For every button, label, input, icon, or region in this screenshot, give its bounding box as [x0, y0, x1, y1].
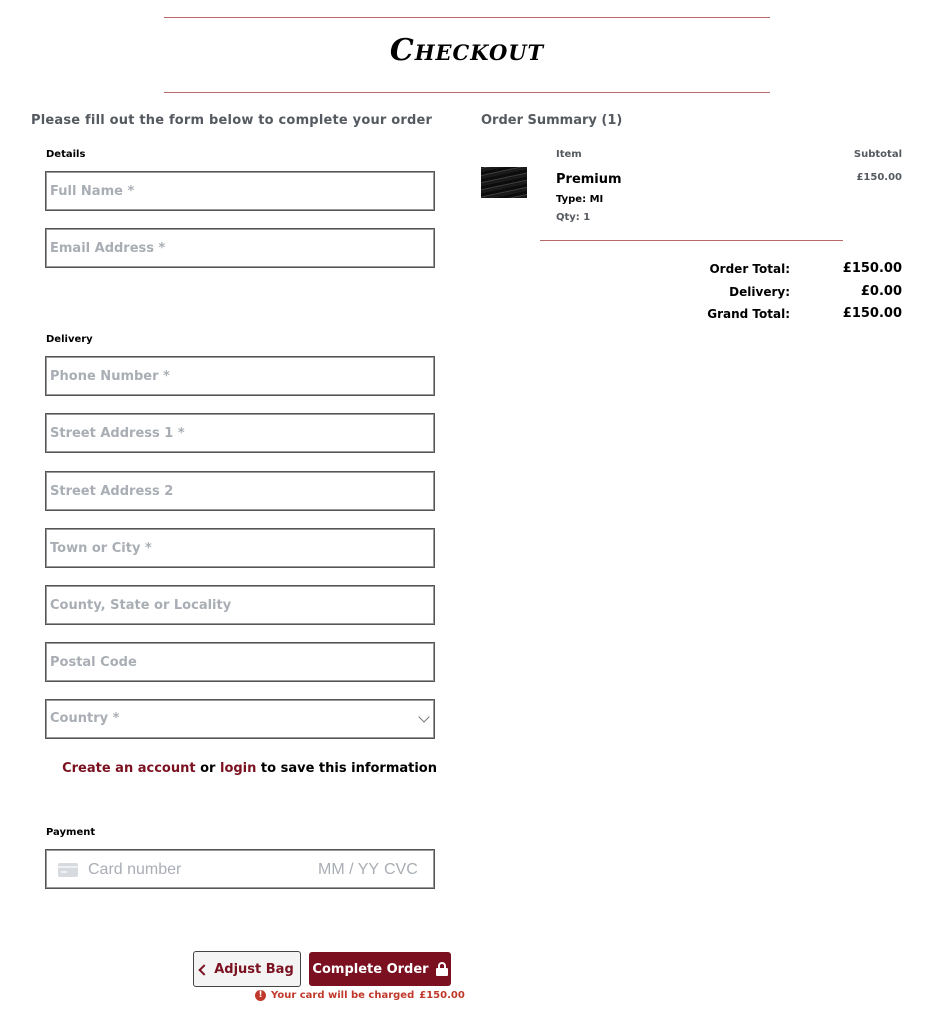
delivery-value: £0.00: [860, 284, 902, 299]
product-thumbnail: [481, 167, 527, 198]
street-address-2-field: [45, 471, 435, 511]
summary-divider: [540, 240, 843, 241]
delivery-label: Delivery:: [729, 285, 790, 299]
product-qty: Qty: 1: [556, 212, 591, 223]
adjust-bag-button[interactable]: Adjust Bag: [193, 951, 301, 987]
product-subtotal: £150.00: [856, 172, 902, 183]
country-select[interactable]: Country *: [45, 699, 435, 739]
street-address-1-field: [45, 413, 435, 453]
town-input[interactable]: [50, 529, 410, 567]
save-info-suffix: to save this information: [260, 761, 437, 776]
details-section-label: Details: [46, 149, 86, 160]
form-lead-text: Please fill out the form below to comple…: [31, 113, 433, 128]
card-element[interactable]: Card number MM / YY CVC: [45, 849, 435, 889]
header-divider-top: [164, 17, 770, 18]
county-input[interactable]: [50, 586, 410, 624]
phone-input[interactable]: [50, 357, 410, 395]
email-field: [45, 228, 435, 268]
chevron-down-icon: [418, 711, 430, 723]
country-select-value: Country *: [50, 711, 120, 726]
product-type: Type: MI: [556, 194, 604, 205]
street-address-2-input[interactable]: [50, 472, 410, 510]
charge-notice-amount: £150.00: [419, 990, 465, 1001]
phone-field: [45, 356, 435, 396]
header-divider-bottom: [164, 92, 770, 93]
grand-total-label: Grand Total:: [707, 307, 790, 321]
adjust-bag-label: Adjust Bag: [214, 961, 294, 977]
subtotal-column-header: Subtotal: [853, 149, 902, 160]
complete-order-button[interactable]: Complete Order: [309, 952, 451, 986]
save-info-or: or: [200, 761, 216, 776]
town-field: [45, 528, 435, 568]
item-column-header: Item: [556, 149, 582, 160]
county-field: [45, 585, 435, 625]
complete-order-label: Complete Order: [312, 961, 429, 977]
street-address-1-input[interactable]: [50, 414, 410, 452]
create-account-link[interactable]: Create an account: [62, 761, 196, 776]
charge-notice-text: Your card will be charged: [271, 990, 415, 1001]
credit-card-icon: [58, 863, 78, 877]
card-expiry-placeholder: MM / YY: [318, 861, 380, 878]
order-total-label: Order Total:: [709, 262, 790, 276]
product-name: Premium: [556, 172, 622, 187]
full-name-input[interactable]: [50, 172, 410, 210]
delivery-section-label: Delivery: [46, 334, 93, 345]
page-title: Checkout: [389, 33, 545, 68]
payment-section-label: Payment: [46, 827, 96, 838]
postcode-field: [45, 642, 435, 682]
charge-notice: ! Your card will be charged £150.00: [255, 990, 465, 1001]
grand-total-value: £150.00: [842, 306, 902, 321]
lock-icon: [435, 962, 448, 976]
order-summary-title: Order Summary (1): [481, 113, 623, 128]
chevron-left-icon: [198, 963, 210, 976]
login-link[interactable]: login: [220, 761, 256, 776]
card-number-placeholder: Card number: [88, 861, 182, 878]
full-name-field: [45, 171, 435, 211]
postcode-input[interactable]: [50, 643, 410, 681]
card-cvc-placeholder: CVC: [384, 861, 418, 878]
order-total-value: £150.00: [842, 261, 902, 276]
email-input[interactable]: [50, 229, 410, 267]
save-info-line: Create an account or login to save this …: [0, 761, 437, 776]
exclamation-circle-icon: !: [255, 990, 266, 1001]
